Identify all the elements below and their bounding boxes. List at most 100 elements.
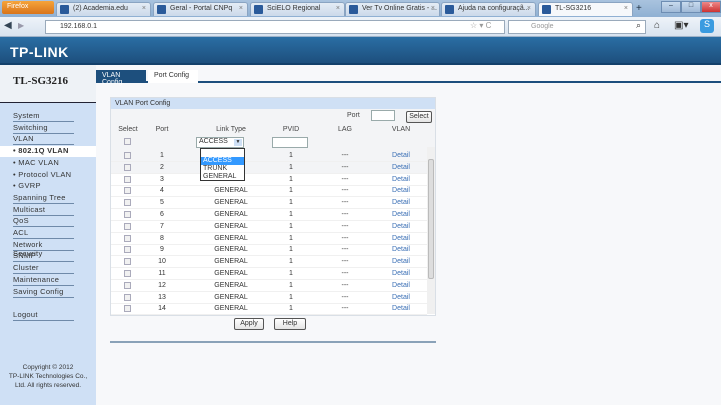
detail-link[interactable]: Detail [381,211,421,218]
model-name: TL-SG3216 [0,65,96,103]
port-cell: 1 [160,152,164,159]
pvid-cell: 1 [289,234,293,242]
row-checkbox[interactable] [124,234,131,242]
port-cell: 9 [160,246,164,254]
detail-link[interactable]: Detail [381,235,421,242]
row-checkbox[interactable] [124,211,131,218]
row-checkbox[interactable] [124,305,131,313]
detail-link[interactable]: Detail [381,246,421,253]
row-checkbox[interactable] [124,152,131,159]
close-tab-icon[interactable]: × [142,5,146,12]
new-tab-icon[interactable]: + [636,3,642,14]
detail-link[interactable]: Detail [381,164,421,171]
browser-tab[interactable]: (2) Academia.edu × [56,2,151,16]
detail-link[interactable]: Detail [381,199,421,206]
sidebar-item[interactable]: Spanning Tree [13,193,74,204]
pvid-input[interactable] [272,137,308,148]
sidebar-item[interactable]: • GVRP [13,181,74,192]
dropdown-option-access[interactable]: ACCESS [201,157,244,165]
sidebar-item[interactable]: System [13,111,74,122]
detail-link[interactable]: Detail [381,223,421,230]
close-tab-icon[interactable]: × [431,5,435,12]
minimize-icon[interactable]: – [661,1,681,13]
row-checkbox[interactable] [124,293,131,301]
tab-title: SciELO Regional [267,5,321,12]
link-type-cell: GENERAL [214,270,248,277]
close-tab-icon[interactable]: × [527,5,531,12]
column-header-vlan: VLAN [391,126,411,133]
sidebar-item[interactable]: QoS [13,216,74,228]
link-type-cell: GENERAL [214,187,248,195]
scrollbar-thumb[interactable] [428,159,434,279]
sidebar-item[interactable]: SNMP [13,251,74,263]
skype-icon[interactable]: S [700,19,714,33]
sidebar-item[interactable]: • Protocol VLAN [13,170,74,181]
tab-port-config[interactable]: Port Config [148,70,198,83]
row-checkbox[interactable] [124,199,131,207]
browser-tab[interactable]: TL-SG3216 × [538,2,633,16]
dropdown-option-trunk[interactable]: TRUNK [201,165,244,173]
sidebar-item-logout[interactable]: Logout [13,310,74,321]
chevron-down-icon[interactable]: ▼ [234,139,242,146]
row-checkbox[interactable] [124,246,131,254]
close-tab-icon[interactable]: × [336,5,340,12]
detail-link[interactable]: Detail [381,152,421,159]
select-all-checkbox[interactable] [124,138,131,145]
row-checkbox[interactable] [124,163,131,171]
detail-link[interactable]: Detail [381,305,421,312]
apply-button[interactable]: Apply [234,318,264,330]
browser-tab[interactable]: Ver Tv Online Gratis - ... × [345,2,440,16]
sidebar-item[interactable]: Saving Config [13,287,74,298]
row-checkbox[interactable] [124,175,131,183]
table-row: 6 GENERAL 1 --- Detail [111,209,427,221]
row-checkbox[interactable] [124,258,131,266]
row-checkbox[interactable] [124,270,131,277]
column-header-port: Port [155,126,169,133]
detail-link[interactable]: Detail [381,187,421,194]
firefox-menu-button[interactable]: Firefox [2,1,54,14]
bookmark-star-icon[interactable]: ☆ ▾ C [470,21,491,30]
row-checkbox[interactable] [124,222,131,230]
url-input[interactable]: 192.168.0.1 [45,20,505,34]
sidebar-item[interactable]: ACL [13,228,74,239]
table-row: 14 GENERAL 1 --- Detail [111,303,427,316]
port-input[interactable] [371,110,395,121]
search-icon[interactable]: ⌕ [636,20,641,31]
close-window-icon[interactable]: x [701,1,721,13]
search-input[interactable]: Google [508,20,646,34]
sidebar-item[interactable]: Multicast [13,205,74,216]
detail-link[interactable]: Detail [381,176,421,183]
sidebar-item[interactable]: Maintenance [13,275,74,286]
row-checkbox[interactable] [124,187,131,195]
maximize-icon[interactable]: □ [681,1,701,13]
browser-tab[interactable]: Ajuda na configuraçã... × [441,2,536,16]
row-checkbox[interactable] [124,281,131,289]
help-button[interactable]: Help [274,318,306,330]
sidebar-item[interactable]: Network Security [13,240,74,258]
sidebar-item[interactable]: VLAN [13,134,74,146]
bookmarks-icon[interactable]: ▣▾ [674,20,688,31]
sidebar-item[interactable]: Cluster [13,263,74,275]
close-tab-icon[interactable]: × [624,5,628,12]
sidebar-item[interactable]: Switching [13,123,74,134]
dropdown-option-general[interactable]: GENERAL [201,173,244,181]
sidebar-item[interactable]: • 802.1Q VLAN [0,146,96,158]
browser-tab[interactable]: Geral - Portal CNPq × [153,2,248,16]
tab-vlan-config[interactable]: VLAN Config [96,70,146,86]
port-cell: 10 [158,258,166,266]
browser-tab[interactable]: SciELO Regional × [250,2,345,16]
select-button[interactable]: Select [406,111,432,123]
link-type-select[interactable]: ACCESS ▼ [196,137,244,148]
lag-cell: --- [341,281,349,289]
back-icon[interactable]: ◀ [4,20,12,31]
detail-link[interactable]: Detail [381,258,421,265]
detail-link[interactable]: Detail [381,282,421,289]
forward-icon[interactable]: ▶ [18,21,24,30]
sidebar-item[interactable]: • MAC VLAN [13,158,74,169]
lag-cell: --- [341,305,349,313]
scrollbar[interactable] [427,147,435,314]
detail-link[interactable]: Detail [381,294,421,301]
close-tab-icon[interactable]: × [239,5,243,12]
detail-link[interactable]: Detail [381,270,421,277]
home-icon[interactable]: ⌂ [654,20,660,31]
